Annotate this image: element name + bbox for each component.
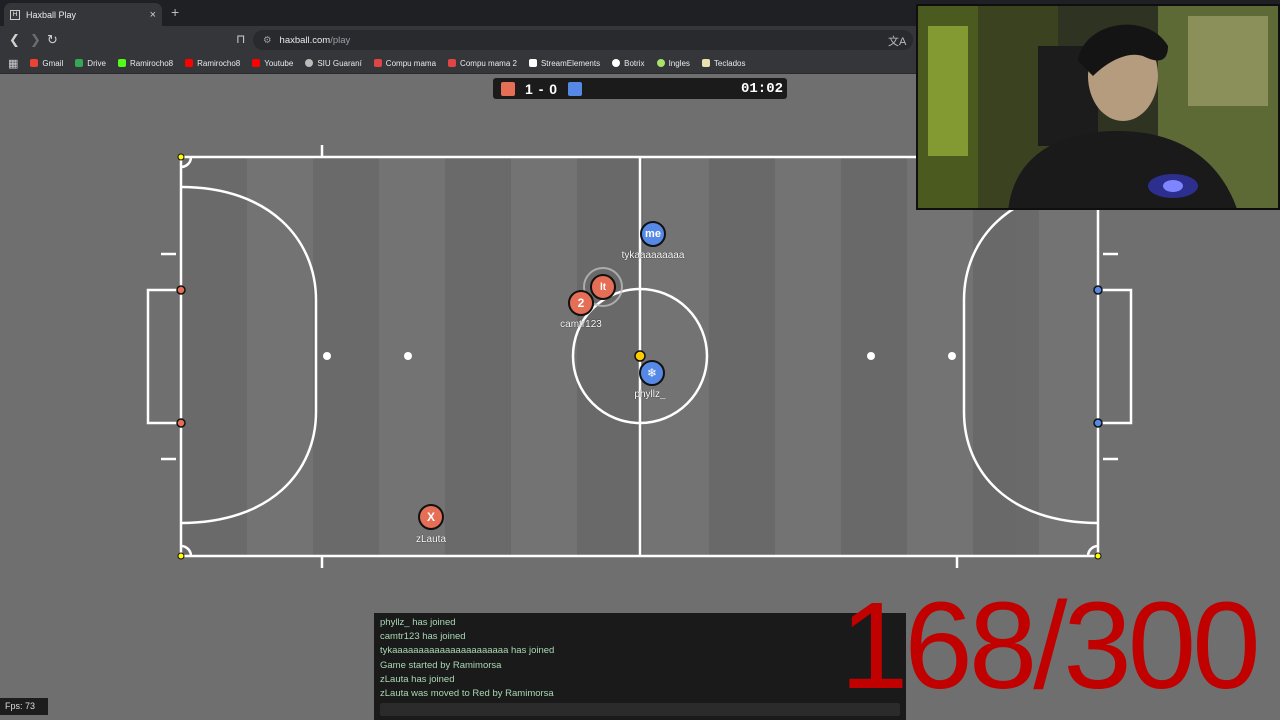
player-name: tykaaaaaaaaa	[621, 250, 685, 261]
left-goal-post	[176, 418, 186, 428]
blue-score: 0	[549, 80, 559, 97]
chat-message: tykaaaaaaaaaaaaaaaaaaaaaa has joined	[380, 645, 555, 657]
webcam-overlay	[916, 4, 1280, 210]
player-name: phyllz_	[634, 389, 666, 400]
player-disc-red: lt	[590, 274, 616, 300]
player-name: zLauta	[415, 534, 447, 545]
score-separator: -	[538, 80, 545, 97]
player-disc-blue: me	[640, 221, 666, 247]
chat-message: zLauta was moved to Red by Ramimorsa	[380, 688, 554, 700]
stream-counter-overlay: 168/300	[840, 578, 1261, 715]
right-goal-post	[1093, 418, 1103, 428]
corner-post	[177, 153, 185, 161]
right-goal-post	[1093, 285, 1103, 295]
ball	[634, 350, 646, 362]
scoreboard: 1 - 0 01:02	[493, 78, 787, 99]
corner-post	[177, 552, 185, 560]
player-name: camtr123	[560, 319, 602, 330]
chat-message: phyllz_ has joined	[380, 617, 456, 628]
corner-post	[1094, 552, 1102, 560]
red-team-square	[501, 81, 515, 96]
chat-message: Game started by Ramimorsa	[380, 659, 502, 671]
right-goal	[1098, 288, 1133, 425]
red-score: 1	[525, 80, 534, 97]
player-disc-blue: ❄	[639, 360, 665, 386]
fps-counter: Fps: 73	[0, 698, 48, 715]
chat-message: zLauta has joined	[380, 673, 455, 685]
chat-message: camtr123 has joined	[380, 631, 466, 643]
match-timer: 01:02	[740, 80, 783, 97]
chat-input[interactable]	[380, 703, 900, 716]
player-disc-red: 2	[568, 290, 594, 316]
player-disc-red: X	[418, 504, 444, 530]
left-goal-post	[176, 285, 186, 295]
blue-team-square	[568, 81, 583, 96]
left-goal	[146, 288, 181, 425]
